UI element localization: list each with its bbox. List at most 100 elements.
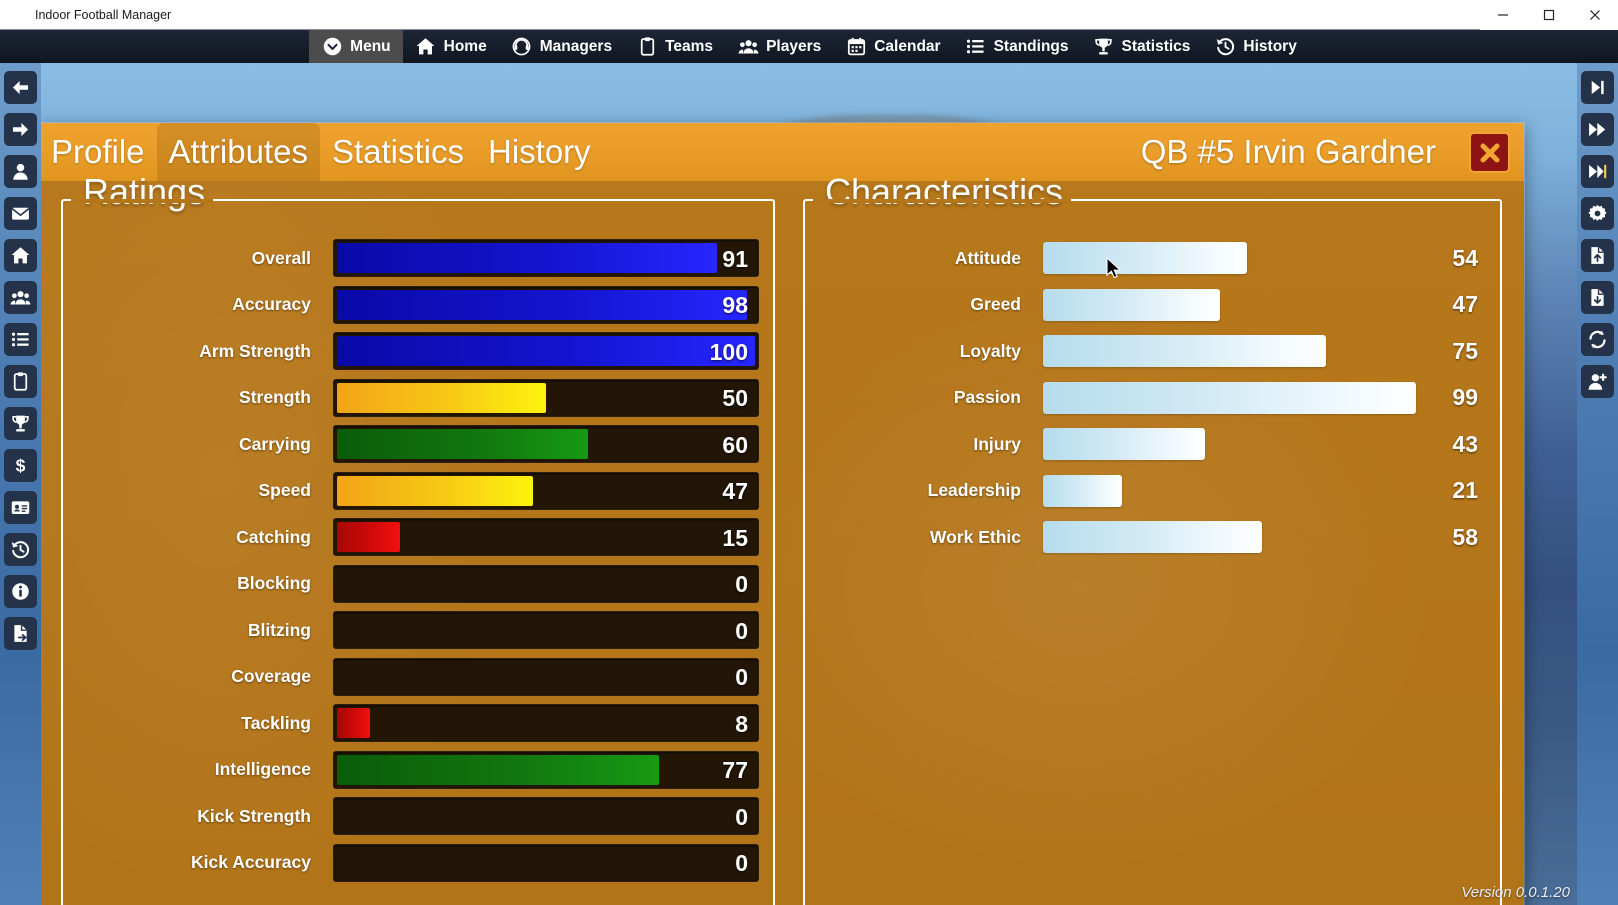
legend-divider-gap — [813, 199, 1071, 203]
characteristic-row: Loyalty 75 — [805, 328, 1486, 375]
rating-row: Strength 50 — [63, 375, 759, 422]
rating-bar-fill — [337, 382, 546, 413]
right-rail-button-step-forward[interactable] — [1581, 71, 1614, 104]
rating-row: Speed 47 — [63, 468, 759, 515]
left-rail-button-file-export[interactable] — [4, 617, 37, 650]
legend-divider-gap — [71, 199, 213, 203]
menu-item-label: Menu — [350, 37, 391, 55]
calendar-icon — [845, 36, 867, 58]
person-icon — [10, 161, 31, 182]
rating-label: Catching — [236, 526, 311, 547]
menu-item-menu[interactable]: Menu — [309, 30, 403, 63]
panel-close-button[interactable] — [1469, 132, 1510, 173]
menu-item-home[interactable]: Home — [403, 30, 499, 63]
characteristic-value: 58 — [1452, 523, 1478, 550]
characteristic-label: Work Ethic — [929, 526, 1021, 547]
panel-content: Ratings Overall 91 Accuracy 98 Arm Strength 1… — [39, 174, 1524, 905]
rating-label: Kick Accuracy — [191, 852, 311, 873]
left-rail-button-list[interactable] — [4, 323, 37, 356]
rating-row: Kick Strength 0 — [63, 793, 759, 840]
rating-row: Intelligence 77 — [63, 747, 759, 794]
rating-bar-fill — [337, 475, 534, 506]
clipboard-icon — [636, 36, 658, 58]
left-rail-button-clipboard[interactable] — [4, 365, 37, 398]
trophy-icon — [10, 413, 31, 434]
right-rail-button-file-download[interactable] — [1581, 281, 1614, 314]
rating-bar-track: 47 — [333, 471, 759, 510]
id-card-icon — [10, 497, 31, 518]
menu-item-standings[interactable]: Standings — [953, 30, 1081, 63]
right-rail-button-skip-end[interactable] — [1581, 155, 1614, 188]
left-rail-button-clock-rewind[interactable] — [4, 533, 37, 566]
tab-statistics[interactable]: Statistics — [320, 123, 476, 181]
characteristic-bar-zone: 21 — [1043, 472, 1486, 510]
main-menubar: Menu Home Managers Teams Players Calendar Stan… — [0, 30, 1618, 63]
rating-label: Kick Strength — [197, 805, 311, 826]
right-rail-button-gear[interactable] — [1581, 197, 1614, 230]
rating-row: Kick Accuracy 0 — [63, 840, 759, 887]
close-button[interactable] — [1572, 0, 1618, 30]
svg-text:$: $ — [16, 456, 26, 476]
file-download-icon — [1587, 287, 1608, 308]
rating-label: Intelligence — [214, 759, 311, 780]
right-rail-button-add-person[interactable] — [1581, 365, 1614, 398]
rating-bar-fill — [337, 243, 718, 274]
headset-icon — [511, 36, 533, 58]
left-rail-button-arrow-left[interactable] — [4, 71, 37, 104]
rating-bar-fill — [337, 754, 659, 785]
left-rail-button-person[interactable] — [4, 155, 37, 188]
rating-label: Arm Strength — [199, 340, 311, 361]
rating-label: Tackling — [241, 712, 311, 733]
menu-item-teams[interactable]: Teams — [624, 30, 725, 63]
menu-item-calendar[interactable]: Calendar — [833, 30, 952, 63]
rating-bar-track: 60 — [333, 425, 759, 464]
trophy-icon — [1093, 36, 1115, 58]
menu-item-players[interactable]: Players — [725, 30, 833, 63]
maximize-button[interactable] — [1526, 0, 1572, 30]
characteristic-row: Work Ethic 58 — [805, 514, 1486, 561]
rating-bar-track: 0 — [333, 657, 759, 696]
rating-bar-track: 8 — [333, 704, 759, 743]
rating-bar-fill — [337, 429, 588, 460]
left-rail-button-home[interactable] — [4, 239, 37, 272]
ratings-group: Ratings Overall 91 Accuracy 98 Arm Strength 1… — [61, 174, 775, 905]
right-rail-button-fast-forward[interactable] — [1581, 113, 1614, 146]
rating-row: Accuracy 98 — [63, 282, 759, 329]
left-rail-button-trophy[interactable] — [4, 407, 37, 440]
characteristic-bar-zone: 58 — [1043, 518, 1486, 556]
left-rail-button-envelope[interactable] — [4, 197, 37, 230]
file-upload-icon — [1587, 245, 1608, 266]
list-icon — [10, 329, 31, 350]
rating-label: Speed — [258, 480, 311, 501]
rating-bar-fill — [337, 522, 400, 553]
rating-bar-track: 0 — [333, 564, 759, 603]
characteristic-bar-fill — [1043, 288, 1221, 321]
arrow-left-icon — [10, 77, 31, 98]
rating-bar-track: 0 — [333, 843, 759, 882]
left-rail-button-id-card[interactable] — [4, 491, 37, 524]
characteristics-group: Characteristics Attitude 54 Greed 47 Loyalty… — [803, 174, 1502, 905]
rating-label: Carrying — [239, 433, 311, 454]
minimize-button[interactable] — [1480, 0, 1526, 30]
characteristic-label: Leadership — [927, 480, 1021, 501]
tab-history[interactable]: History — [476, 123, 603, 181]
menu-item-statistics[interactable]: Statistics — [1081, 30, 1203, 63]
fast-forward-icon — [1587, 119, 1608, 140]
right-rail-button-file-upload[interactable] — [1581, 239, 1614, 272]
player-tabbar: Profile Attributes Statistics History QB #5… — [39, 123, 1524, 181]
left-rail-button-info[interactable] — [4, 575, 37, 608]
menu-item-history[interactable]: History — [1202, 30, 1308, 63]
characteristic-bar-zone: 54 — [1043, 239, 1486, 277]
left-rail-button-arrow-right[interactable] — [4, 113, 37, 146]
menu-item-managers[interactable]: Managers — [499, 30, 624, 63]
rating-bar-track: 0 — [333, 611, 759, 650]
clipboard-icon — [10, 371, 31, 392]
characteristic-row: Leadership 21 — [805, 468, 1486, 515]
right-rail-button-sync[interactable] — [1581, 323, 1614, 356]
characteristic-label: Loyalty — [959, 340, 1021, 361]
left-rail-button-dollar[interactable]: $ — [4, 449, 37, 482]
rating-value: 8 — [735, 710, 748, 737]
rating-value: 47 — [722, 478, 748, 505]
left-rail-button-people[interactable] — [4, 281, 37, 314]
rating-bar-track: 98 — [333, 285, 759, 324]
